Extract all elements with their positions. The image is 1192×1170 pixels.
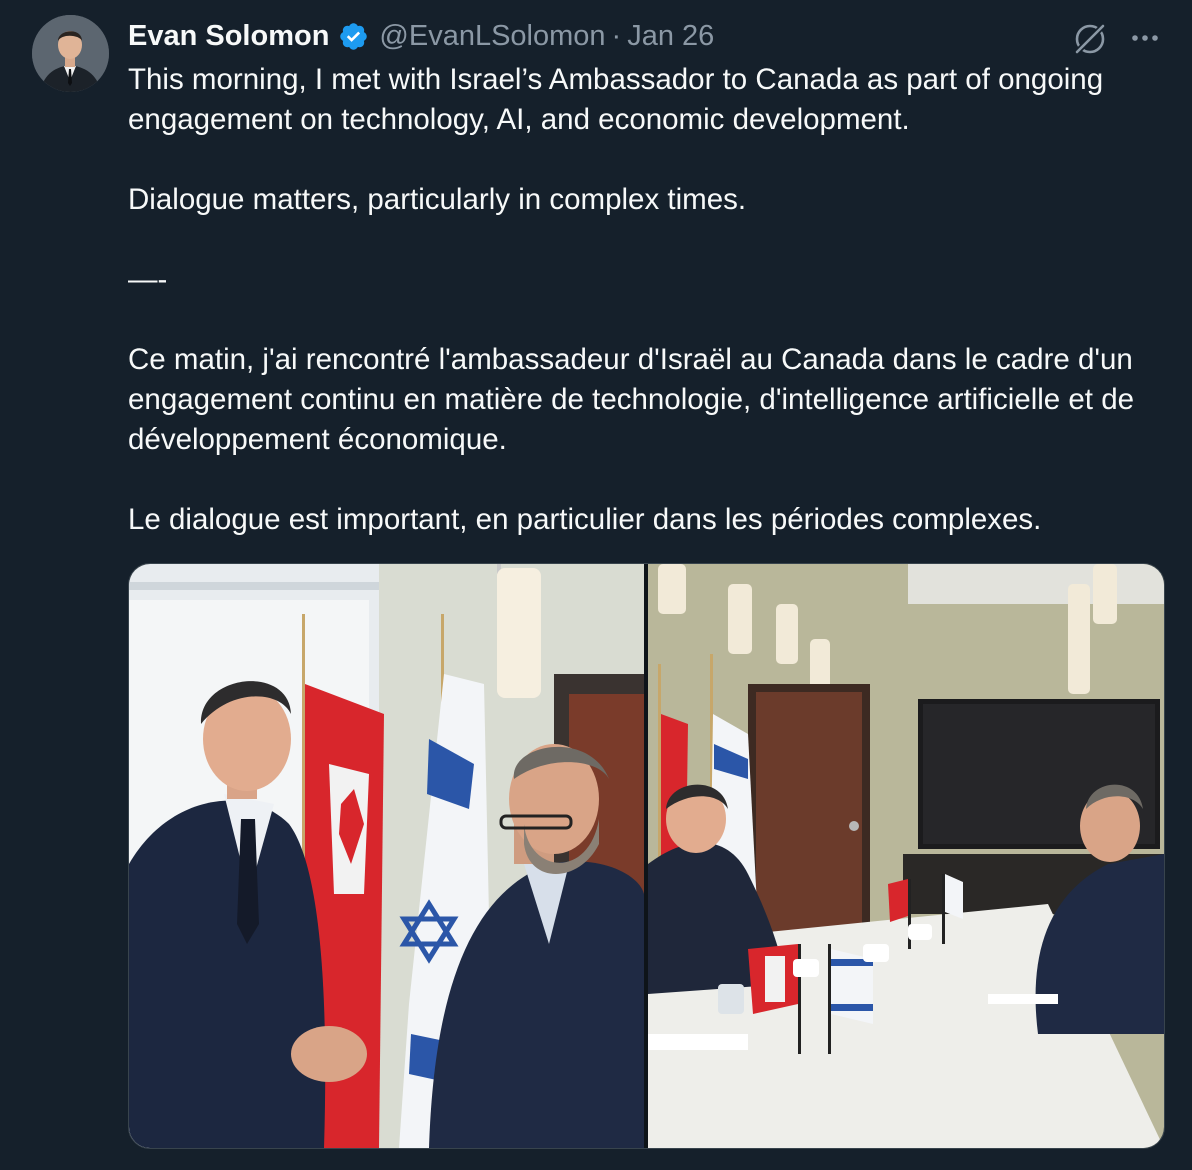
tweet-header: Evan Solomon @EvanLSolomon · Jan 26: [128, 15, 714, 57]
author-handle[interactable]: @EvanLSolomon: [379, 20, 605, 53]
tweet-media: [128, 563, 1165, 1149]
grok-icon: [1073, 22, 1107, 56]
tweet-paragraph-fr-2: Le dialogue est important, en particulie…: [128, 503, 1042, 536]
avatar-photo: [32, 15, 109, 92]
grok-button[interactable]: [1071, 20, 1111, 56]
tweet-divider-text: —-: [128, 263, 168, 296]
media-photo-meeting[interactable]: [648, 564, 1164, 1148]
tweet: Evan Solomon @EvanLSolomon · Jan 26 This…: [0, 0, 1192, 1170]
author-avatar[interactable]: [32, 15, 109, 92]
meeting-photo: [648, 564, 1164, 1148]
verified-badge-icon: [338, 21, 369, 52]
handshake-photo: [129, 564, 644, 1148]
author-name[interactable]: Evan Solomon: [128, 20, 329, 53]
media-photo-handshake[interactable]: [129, 564, 644, 1148]
tweet-text: This morning, I met with Israel’s Ambass…: [128, 60, 1168, 540]
tweet-paragraph-en-2: Dialogue matters, particularly in comple…: [128, 183, 747, 216]
tweet-paragraph-en-1: This morning, I met with Israel’s Ambass…: [128, 63, 1104, 136]
more-options-button[interactable]: [1125, 20, 1165, 56]
tweet-paragraph-fr-1: Ce matin, j'ai rencontré l'ambassadeur d…: [128, 343, 1135, 456]
header-separator: ·: [611, 19, 622, 52]
tweet-date[interactable]: Jan 26: [627, 20, 714, 53]
more-icon: [1132, 35, 1158, 41]
